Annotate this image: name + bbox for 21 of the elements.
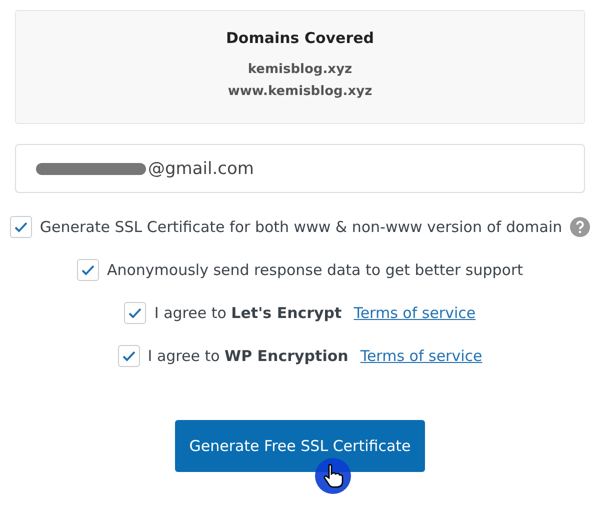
option-label: Anonymously send response data to get better support (106, 261, 524, 279)
option-label: I agree to Let's Encrypt (154, 304, 342, 322)
click-indicator (315, 458, 351, 494)
domain-name: www.kemisblog.xyz (228, 83, 372, 101)
option-label: I agree to WP Encryption (148, 347, 348, 365)
terms-link[interactable]: Terms of service (360, 347, 482, 365)
check-icon (80, 264, 95, 276)
domain-name: kemisblog.xyz (248, 61, 352, 79)
checkbox[interactable] (76, 259, 99, 281)
help-icon[interactable] (570, 217, 590, 237)
generate-button[interactable]: Generate Free SSL Certificate (175, 420, 425, 472)
option-label: Generate SSL Certificate for both www & non-www version of domain (40, 218, 562, 236)
email-field[interactable]: @gmail.com (15, 144, 585, 193)
card-title: Domains Covered (226, 29, 374, 47)
checkbox[interactable] (10, 216, 32, 238)
check-icon (14, 221, 28, 233)
check-icon (122, 350, 136, 362)
check-icon (128, 307, 142, 319)
checkbox[interactable] (118, 345, 140, 367)
checkbox[interactable] (124, 302, 146, 324)
terms-link[interactable]: Terms of service (354, 304, 476, 322)
